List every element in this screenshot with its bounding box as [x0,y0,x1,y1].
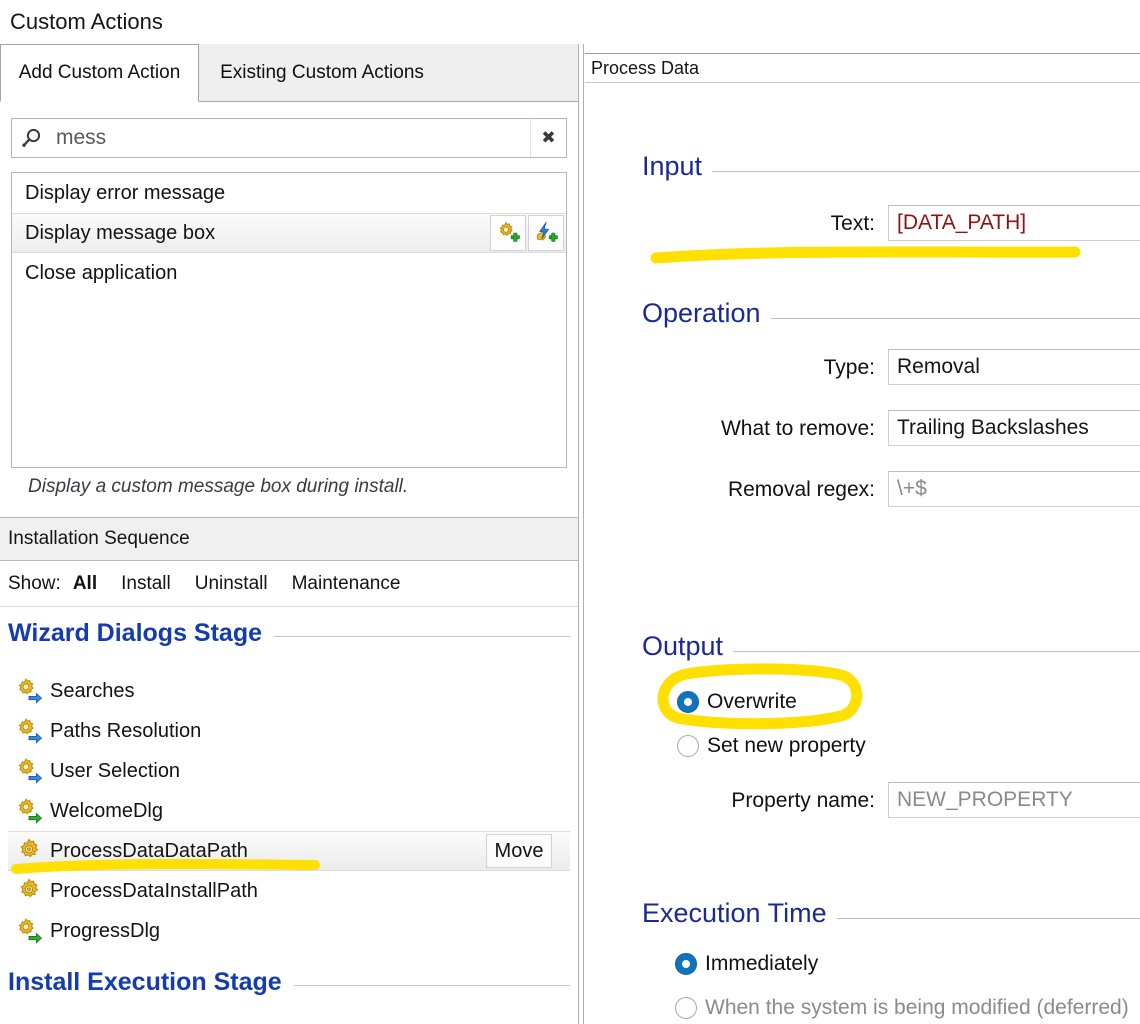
sequence-item-processdatainstallpath[interactable]: ProcessDataInstallPath [8,871,570,911]
text-input[interactable]: [DATA_PATH] [888,205,1140,241]
stage-title: Wizard Dialogs Stage [8,618,262,647]
sequence-item-user-selection[interactable]: User Selection [8,751,570,791]
filter-maintenance[interactable]: Maintenance [292,573,401,595]
gear-icon [8,837,50,865]
filter-uninstall[interactable]: Uninstall [195,573,268,595]
group-rule [770,317,1140,319]
radio-immediately[interactable]: Immediately [675,952,818,976]
stage-rule [274,635,570,637]
radio-set-new-property[interactable]: Set new property [677,734,866,758]
clear-search-icon[interactable]: ✖ [530,119,566,157]
gear-green-arrow-icon [8,797,50,825]
pane-splitter[interactable] [578,44,584,1024]
sequence-item-searches[interactable]: Searches [8,671,570,711]
sequence-item-paths-resolution[interactable]: Paths Resolution [8,711,570,751]
group-header-operation: Operation [642,296,1140,330]
panel-title: Process Data [591,57,700,78]
list-item-buttons [488,215,564,251]
sequence-item-label: ProcessDataDataPath [50,839,248,862]
tab-label: Existing Custom Actions [220,62,424,83]
type-field-label: Type: [823,356,875,379]
removal-regex-field-label: Removal regex: [727,478,875,501]
move-button[interactable]: Move [486,834,552,868]
group-rule [712,170,1140,172]
add-custom-action-gear-icon[interactable] [490,215,526,251]
sequence-item-label: User Selection [50,759,181,782]
list-item-label: Display message box [25,221,216,244]
stage-rule [293,984,570,986]
what-to-remove-field-label: What to remove: [720,417,875,440]
gear-blue-arrow-icon [8,717,50,745]
group-title: Input [642,150,703,181]
group-title: Output [642,630,724,661]
group-header-input: Input [642,149,1140,183]
gear-icon [8,877,50,905]
property-name-field-label: Property name: [731,789,875,812]
sequence-item-progressdlg[interactable]: ProgressDlg [8,911,570,951]
sequence-item-label: Searches [50,679,135,702]
right-pane: Process Data Input Text: [DATA_PATH] Ope… [585,44,1140,1024]
radio-label: Overwrite [707,690,797,713]
filter-install[interactable]: Install [121,573,171,595]
radio-deferred[interactable]: When the system is being modified (defer… [675,996,1129,1020]
show-label: Show: [8,572,61,594]
list-item[interactable]: Display error message [12,173,566,213]
search-input[interactable]: mess [52,126,530,150]
search-box[interactable]: mess ✖ [11,118,567,158]
group-rule [733,650,1140,652]
tab-existing-custom-actions[interactable]: Existing Custom Actions [199,44,445,102]
removal-regex-input[interactable]: \+$ [888,471,1140,507]
sequence-item-label: ProgressDlg [50,919,161,942]
add-custom-action-bolt-icon[interactable] [528,215,564,251]
left-pane: Add Custom Action Existing Custom Action… [0,44,578,1024]
group-title: Operation [642,297,761,328]
action-description: Display a custom message box during inst… [28,476,409,497]
gear-green-arrow-icon [8,917,50,945]
filter-all[interactable]: All [73,573,97,595]
sequence-item-label: WelcomeDlg [50,799,163,822]
sequence-item-processdatadatapath[interactable]: ProcessDataDataPath Move [8,831,570,871]
stage-title: Install Execution Stage [8,967,282,996]
tab-add-custom-action[interactable]: Add Custom Action [0,44,199,102]
text-field-label: Text: [830,212,875,235]
group-header-execution-time: Execution Time [642,896,1140,930]
show-filter-bar: Show: All Install Uninstall Maintenance [0,561,578,607]
gear-blue-arrow-icon [8,757,50,785]
sequence-item-label: Paths Resolution [50,719,202,742]
radio-label: Immediately [705,952,819,975]
what-to-remove-select[interactable]: Trailing Backslashes [888,410,1140,446]
radio-indicator-icon [675,953,697,975]
process-data-panel-header: Process Data [585,53,1140,83]
tab-strip: Add Custom Action Existing Custom Action… [0,44,578,102]
search-icon [12,119,52,157]
custom-action-list[interactable]: Display error message Display message bo… [11,172,567,468]
stage-header-install-execution: Install Execution Stage [8,964,570,1000]
installation-sequence-header: Installation Sequence [0,517,578,561]
radio-indicator-icon [677,735,699,757]
radio-overwrite[interactable]: Overwrite [677,690,797,714]
sequence-item-label: ProcessDataInstallPath [50,879,258,902]
sequence-item-welcomedlg[interactable]: WelcomeDlg [8,791,570,831]
radio-indicator-icon [675,997,697,1019]
radio-indicator-icon [677,691,699,713]
tab-label: Add Custom Action [18,62,181,83]
list-item-label: Display error message [25,181,226,204]
list-item[interactable]: Display message box [12,213,566,253]
gear-blue-arrow-icon [8,677,50,705]
group-title: Execution Time [642,897,827,928]
list-item-label: Close application [25,261,178,284]
installation-sequence-title: Installation Sequence [8,528,190,549]
list-item[interactable]: Close application [12,253,566,293]
property-name-input[interactable]: NEW_PROPERTY [888,782,1140,818]
radio-label: When the system is being modified (defer… [705,996,1129,1019]
window-title: Custom Actions [0,0,1140,44]
stage-header-wizard-dialogs: Wizard Dialogs Stage [8,615,570,651]
group-rule [836,917,1140,919]
radio-label: Set new property [707,734,866,757]
group-header-output: Output [642,629,1140,663]
type-select[interactable]: Removal [888,349,1140,385]
